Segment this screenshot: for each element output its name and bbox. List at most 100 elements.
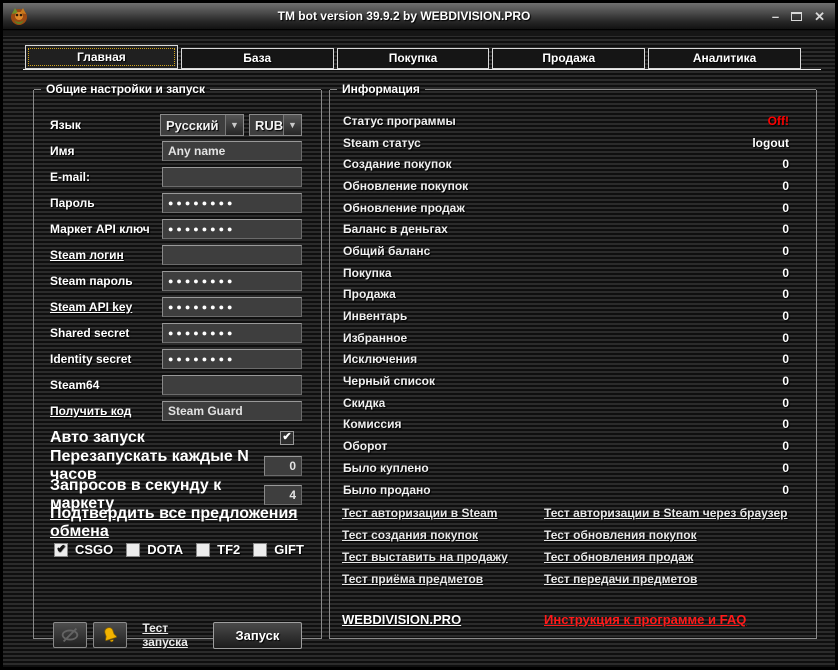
steam-password-input[interactable]	[162, 271, 302, 291]
test-links: Тест авторизации в Steam Тест авторизаци…	[342, 502, 806, 590]
steam64-label: Steam64	[50, 378, 162, 392]
tab-purchase[interactable]: Покупка	[337, 48, 490, 69]
info-row: Избранное0	[331, 327, 815, 349]
chevron-down-icon[interactable]: ▼	[225, 115, 243, 135]
email-row: E-mail:	[34, 164, 321, 190]
chevron-down-icon[interactable]: ▼	[283, 115, 301, 135]
info-row-steam-status: Steam статусlogout	[331, 132, 815, 154]
language-label: Язык	[50, 118, 160, 132]
info-row-program-status: Статус программыOff!	[331, 110, 815, 132]
language-selected-value: Русский	[161, 118, 225, 133]
footer-links: WEBDIVISION.PRO Инструкция к программе и…	[342, 610, 806, 628]
tab-sale[interactable]: Продажа	[492, 48, 645, 69]
confirm-trades-link[interactable]: Подтвердить все предложения обмена	[50, 505, 305, 541]
info-row: Покупка0	[331, 262, 815, 284]
launch-buttons-row: Тест запуска Запуск	[34, 621, 321, 649]
language-select[interactable]: Русский ▼	[160, 114, 244, 136]
steam-login-link[interactable]: Steam логин	[50, 248, 162, 262]
get-code-row: Получить код	[34, 398, 321, 424]
steam-api-key-link[interactable]: Steam API key	[50, 300, 162, 314]
email-input[interactable]	[162, 167, 302, 187]
tab-base[interactable]: База	[181, 48, 334, 69]
close-button[interactable]: ✕	[814, 10, 825, 23]
status-badge: Off!	[768, 114, 789, 128]
test-link-steam-auth[interactable]: Тест авторизации в Steam	[342, 506, 497, 520]
name-input[interactable]	[162, 141, 302, 161]
info-panel-title-row: Информация	[330, 82, 816, 97]
csgo-label: CSGO	[75, 542, 113, 557]
confirm-trades-row: Подтвердить все предложения обмена	[34, 509, 321, 536]
steam-password-label: Steam пароль	[50, 274, 162, 288]
autostart-label: Авто запуск	[50, 429, 280, 447]
steam64-row: Steam64	[34, 372, 321, 398]
gift-label: GIFT	[274, 542, 304, 557]
info-row: Создание покупок0	[331, 153, 815, 175]
maximize-button[interactable]	[791, 12, 802, 21]
steam-api-key-input[interactable]	[162, 297, 302, 317]
requests-per-second-input[interactable]	[264, 485, 302, 505]
identity-secret-label: Identity secret	[50, 352, 162, 366]
test-link-steam-auth-browser[interactable]: Тест авторизации в Steam через браузер	[544, 506, 787, 520]
title-bar: TM bot version 39.9.2 by WEBDIVISION.PRO…	[3, 3, 835, 30]
csgo-checkbox[interactable]	[54, 543, 68, 557]
info-row: Продажа0	[331, 284, 815, 306]
shared-secret-label: Shared secret	[50, 326, 162, 340]
info-row: Инвентарь0	[331, 305, 815, 327]
window-controls: – ✕	[772, 3, 825, 30]
game-option-tf2: TF2	[196, 542, 240, 557]
dota-checkbox[interactable]	[126, 543, 140, 557]
dota-label: DOTA	[147, 542, 183, 557]
minimize-button[interactable]: –	[772, 10, 779, 23]
test-run-link[interactable]: Тест запуска	[142, 621, 213, 649]
game-option-gift: GIFT	[253, 542, 304, 557]
info-row: Черный список0	[331, 370, 815, 392]
autostart-checkbox[interactable]	[280, 431, 294, 445]
shared-secret-input[interactable]	[162, 323, 302, 343]
settings-panel-title: Общие настройки и запуск	[41, 82, 210, 97]
steam-login-input[interactable]	[162, 245, 302, 265]
steam-login-row: Steam логин	[34, 242, 321, 268]
tab-main[interactable]: Главная	[25, 45, 178, 69]
test-link-update-orders[interactable]: Тест обновления покупок	[544, 528, 697, 542]
info-row: Было куплено0	[331, 457, 815, 479]
tab-analytics[interactable]: Аналитика	[648, 48, 801, 69]
tf2-checkbox[interactable]	[196, 543, 210, 557]
tab-content-border	[23, 69, 821, 70]
game-option-csgo: CSGO	[54, 542, 113, 557]
notification-button[interactable]	[93, 622, 127, 648]
gift-checkbox[interactable]	[253, 543, 267, 557]
info-row: Общий баланс0	[331, 240, 815, 262]
steam-guard-code-input[interactable]	[162, 401, 302, 421]
identity-secret-input[interactable]	[162, 349, 302, 369]
test-link-create-orders[interactable]: Тест создания покупок	[342, 528, 478, 542]
market-api-key-input[interactable]	[162, 219, 302, 239]
identity-secret-row: Identity secret	[34, 346, 321, 372]
email-label: E-mail:	[50, 170, 162, 184]
test-link-send-items[interactable]: Тест передачи предметов	[544, 572, 697, 586]
steam64-input[interactable]	[162, 375, 302, 395]
settings-fields: Язык Русский ▼ RUB ▼ Имя E-mail: Паро	[34, 112, 321, 649]
shared-secret-row: Shared secret	[34, 320, 321, 346]
hide-button[interactable]	[53, 622, 87, 648]
info-row: Скидка0	[331, 392, 815, 414]
site-link[interactable]: WEBDIVISION.PRO	[342, 612, 461, 627]
password-input[interactable]	[162, 193, 302, 213]
tab-bar: Главная База Покупка Продажа Аналитика	[25, 45, 801, 69]
faq-link[interactable]: Инструкция к программе и FAQ	[544, 612, 746, 627]
test-link-update-sales[interactable]: Тест обновления продаж	[544, 550, 693, 564]
get-code-link[interactable]: Получить код	[50, 404, 162, 418]
game-option-dota: DOTA	[126, 542, 183, 557]
test-link-receive-items[interactable]: Тест приёма предметов	[342, 572, 483, 586]
info-rows: Статус программыOff! Steam статусlogout …	[331, 110, 815, 500]
titlebar-divider	[3, 31, 835, 37]
info-panel-title: Информация	[337, 82, 425, 97]
password-label: Пароль	[50, 196, 162, 210]
info-row: Было продано0	[331, 479, 815, 501]
run-button[interactable]: Запуск	[213, 622, 302, 649]
test-link-list-for-sale[interactable]: Тест выставить на продажу	[342, 550, 508, 564]
market-api-key-label: Маркет API ключ	[50, 222, 162, 236]
restart-hours-input[interactable]	[264, 456, 302, 476]
currency-select[interactable]: RUB ▼	[249, 114, 302, 136]
info-row: Исключения0	[331, 349, 815, 371]
language-row: Язык Русский ▼ RUB ▼	[34, 112, 321, 138]
